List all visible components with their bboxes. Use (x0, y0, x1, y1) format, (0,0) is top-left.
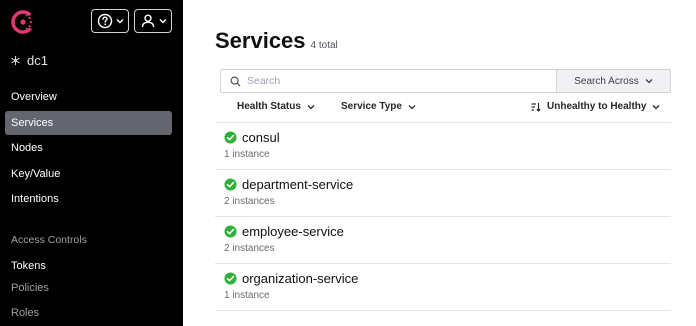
help-menu-button[interactable] (91, 9, 129, 33)
service-type-filter[interactable]: Service Type (341, 101, 416, 112)
service-name[interactable]: department-service (242, 177, 353, 192)
consul-logo-icon[interactable] (10, 9, 36, 35)
sort-dropdown[interactable]: Unhealthy to Healthy (531, 101, 660, 112)
search-icon (230, 76, 241, 87)
healthy-check-icon (224, 178, 237, 191)
page-title: Services (215, 28, 306, 53)
search-bar: Search Across (220, 69, 671, 93)
list-divider (215, 310, 671, 311)
service-name[interactable]: employee-service (242, 224, 344, 239)
list-divider (215, 216, 671, 217)
user-menu-button[interactable] (134, 9, 172, 33)
list-divider (215, 263, 671, 264)
healthy-check-icon (224, 272, 237, 285)
instance-count: 1 instance (224, 290, 270, 301)
search-across-label: Search Across (574, 75, 639, 87)
service-type-label: Service Type (341, 101, 402, 112)
healthy-check-icon (224, 225, 237, 238)
instance-count: 1 instance (224, 149, 270, 160)
filter-bar: Health Status Service Type Unhealthy to … (220, 98, 671, 118)
health-status-filter[interactable]: Health Status (237, 101, 315, 112)
nav-item-tokens[interactable]: Tokens (5, 254, 172, 278)
nav-item-intentions[interactable]: Intentions (5, 187, 172, 211)
chevron-down-icon (307, 104, 315, 109)
access-controls-heading: Access Controls (11, 234, 87, 246)
help-icon (97, 13, 112, 29)
search-across-dropdown[interactable]: Search Across (556, 70, 670, 92)
list-item[interactable]: employee-service 2 instances (224, 224, 344, 254)
chevron-down-icon (653, 104, 660, 109)
list-item[interactable]: organization-service 1 instance (224, 271, 358, 301)
datacenter-icon (11, 55, 20, 66)
sidebar: dc1 Overview Services Nodes Key/Value In… (0, 0, 183, 326)
nav-item-nodes[interactable]: Nodes (5, 136, 172, 160)
list-divider (215, 122, 671, 123)
service-name[interactable]: consul (242, 130, 280, 145)
service-count: 4 total (310, 40, 338, 51)
chevron-down-icon (645, 79, 653, 84)
nav-item-roles[interactable]: Roles (5, 301, 172, 325)
chevron-down-icon (116, 19, 123, 24)
datacenter-label: dc1 (27, 53, 48, 68)
nav-item-key-value[interactable]: Key/Value (5, 162, 172, 186)
list-divider (215, 169, 671, 170)
chevron-down-icon (408, 104, 416, 109)
sort-icon (531, 102, 541, 112)
main-content: Services 4 total Search Across Health St… (183, 0, 696, 326)
instance-count: 2 instances (224, 243, 275, 254)
healthy-check-icon (224, 131, 237, 144)
user-icon (141, 14, 154, 28)
nav-item-overview[interactable]: Overview (5, 85, 172, 109)
search-input[interactable] (247, 75, 447, 87)
list-item[interactable]: department-service 2 instances (224, 177, 353, 207)
nav-item-services[interactable]: Services (5, 111, 172, 135)
nav-item-policies[interactable]: Policies (5, 276, 172, 300)
instance-count: 2 instances (224, 196, 275, 207)
service-name[interactable]: organization-service (242, 271, 358, 286)
chevron-down-icon (159, 19, 166, 24)
search-field[interactable] (221, 70, 556, 92)
datacenter-selector[interactable]: dc1 (10, 53, 48, 68)
health-status-label: Health Status (237, 101, 301, 112)
list-item[interactable]: consul 1 instance (224, 130, 280, 160)
sort-label: Unhealthy to Healthy (547, 101, 647, 112)
page-header: Services 4 total (215, 28, 338, 54)
